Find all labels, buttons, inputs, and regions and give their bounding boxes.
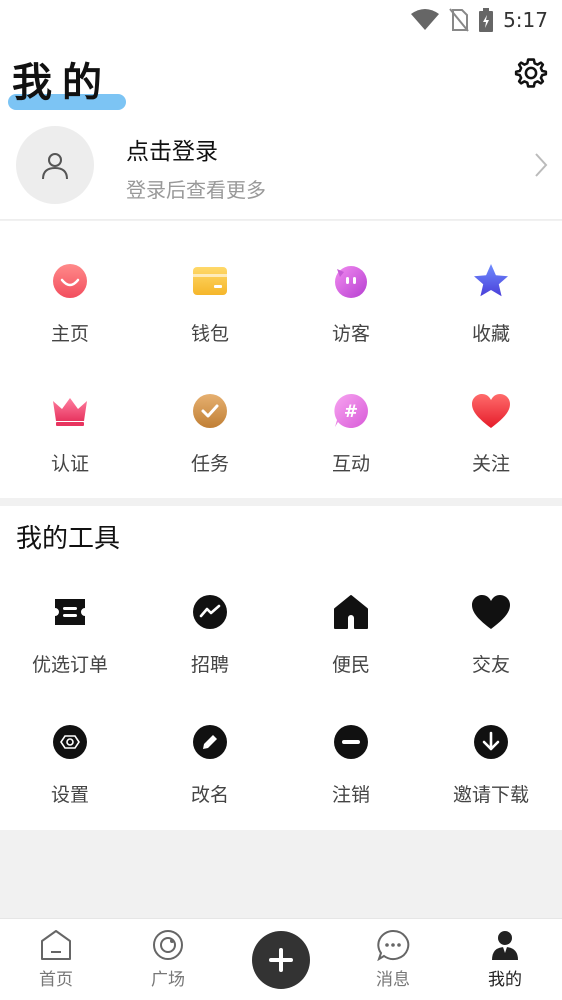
login-card[interactable]: 点击登录 登录后查看更多: [0, 112, 562, 220]
tool-item-settings[interactable]: 设置: [0, 722, 140, 807]
avatar[interactable]: [16, 126, 94, 204]
login-subtitle: 登录后查看更多: [126, 178, 266, 202]
tool-item-invite[interactable]: 邀请下载: [421, 722, 561, 807]
grid-item-interact[interactable]: # 互动: [281, 391, 421, 476]
tool-item-label: 注销: [331, 784, 370, 806]
grid-item-wallet[interactable]: 钱包: [140, 261, 280, 346]
grid-item-label: 认证: [50, 453, 89, 475]
heart-icon: [472, 595, 510, 629]
grid-item-label: 任务: [190, 453, 229, 475]
message-icon: [377, 929, 410, 961]
section-title: 我的工具: [16, 524, 121, 554]
tab-home[interactable]: 首页: [0, 929, 112, 990]
heart-icon: [472, 394, 510, 428]
add-post-button[interactable]: [252, 931, 310, 989]
tab-label: 我的: [488, 970, 522, 990]
smile-icon: [53, 264, 87, 298]
grid-item-label: 访客: [331, 323, 370, 345]
download-icon: [474, 725, 508, 759]
tab-square[interactable]: 广场: [112, 929, 224, 990]
tool-item-rename[interactable]: 改名: [140, 722, 280, 807]
tab-messages[interactable]: 消息: [337, 929, 449, 990]
minus-icon: [334, 725, 368, 759]
tool-item-label: 优选订单: [31, 654, 108, 676]
tab-label: 消息: [376, 970, 410, 990]
grid-item-homepage[interactable]: 主页: [0, 261, 140, 346]
chevron-right-icon[interactable]: [534, 152, 548, 178]
visitor-icon: [335, 266, 367, 298]
grid-item-verify[interactable]: 认证: [0, 391, 140, 476]
tool-item-label: 便民: [331, 654, 370, 676]
plus-icon: [269, 948, 293, 972]
check-icon: [193, 394, 227, 428]
login-title[interactable]: 点击登录: [126, 132, 218, 166]
no-sim-icon: [449, 8, 469, 32]
grid-item-visitors[interactable]: 访客: [281, 261, 421, 346]
grid-item-tasks[interactable]: 任务: [140, 391, 280, 476]
tools-section: 我的工具 优选订单 招聘 便民 交友 设置 改名 注销 邀请下载: [0, 506, 562, 830]
bottom-tab-bar: 首页 广场 消息 我的: [0, 918, 562, 1000]
trend-icon: [193, 595, 227, 629]
tool-item-jobs[interactable]: 招聘: [140, 592, 280, 677]
page-title: 我的: [12, 60, 112, 106]
grid-item-label: 关注: [471, 453, 510, 475]
pencil-icon: [193, 725, 227, 759]
user-outline-icon: [42, 153, 68, 180]
grid-item-label: 主页: [50, 323, 89, 345]
tool-item-label: 改名: [190, 784, 229, 806]
person-icon: [492, 931, 518, 960]
tool-item-deregister[interactable]: 注销: [281, 722, 421, 807]
page-title-wrap: 我的: [8, 50, 126, 110]
tool-item-label: 设置: [50, 784, 89, 806]
home-icon: [334, 595, 368, 629]
grid-item-label: 钱包: [190, 323, 229, 345]
battery-icon: [479, 8, 494, 32]
grid-item-label: 收藏: [471, 323, 510, 345]
tool-item-friends[interactable]: 交友: [421, 592, 561, 677]
ticket-icon: [55, 599, 85, 625]
home-outline-icon: [41, 930, 71, 960]
tool-item-label: 邀请下载: [452, 784, 529, 806]
grid-item-favorites[interactable]: 收藏: [421, 261, 561, 346]
tab-label: 广场: [151, 970, 185, 990]
tab-mine[interactable]: 我的: [449, 929, 561, 990]
tab-label: 首页: [39, 970, 73, 990]
grid-item-follow[interactable]: 关注: [421, 391, 561, 476]
wifi-icon: [411, 9, 440, 30]
quick-access-grid: 主页 钱包 访客 收藏 认证 任务 # 互动 关注: [0, 221, 562, 498]
svg-text:#: #: [344, 402, 358, 422]
tool-item-label: 交友: [471, 654, 510, 676]
status-time: 5:17: [503, 8, 548, 32]
tool-item-services[interactable]: 便民: [281, 592, 421, 677]
hexagon-icon: [53, 725, 87, 759]
square-icon: [153, 930, 183, 960]
status-bar: 5:17: [0, 0, 562, 40]
grid-item-label: 互动: [331, 453, 370, 475]
crown-icon: [53, 398, 87, 426]
tool-item-label: 招聘: [190, 654, 229, 676]
page-header: 我的: [0, 40, 562, 112]
tool-item-orders[interactable]: 优选订单: [0, 592, 140, 677]
star-icon: [474, 264, 508, 297]
settings-gear-icon[interactable]: [514, 56, 548, 90]
wallet-icon: [193, 267, 227, 295]
hashtag-icon: #: [334, 394, 368, 428]
